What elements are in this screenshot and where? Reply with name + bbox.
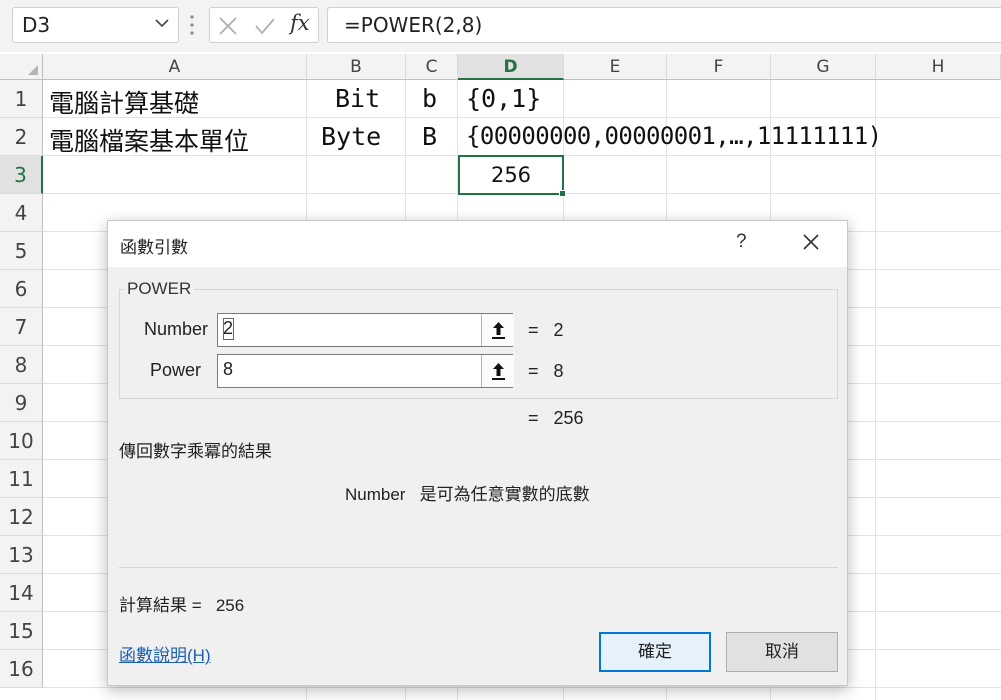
row-header-15[interactable]: 15 [0, 612, 43, 650]
gridline-horizontal [43, 687, 1001, 688]
cell-d2[interactable]: {00000000,00000001,…,11111111) [466, 122, 882, 150]
upload-arrow-icon [492, 363, 505, 380]
row-header-8[interactable]: 8 [0, 346, 43, 384]
cell-a1[interactable]: 電腦計算基礎 [49, 84, 199, 120]
column-header-f[interactable]: F [667, 54, 771, 80]
upload-arrow-icon [492, 322, 505, 339]
power-input-value: 8 [223, 359, 234, 379]
row-header-3[interactable]: 3 [0, 156, 43, 194]
more-options-icon[interactable] [189, 12, 195, 38]
argument-description: Number 是可為任意實數的底數 [345, 485, 590, 504]
arg-result-number: = 2 [528, 320, 564, 340]
row-header-12[interactable]: 12 [0, 498, 43, 536]
cell-c2[interactable]: B [422, 122, 437, 151]
cell-b2[interactable]: Byte [321, 122, 381, 151]
chevron-down-icon[interactable] [154, 15, 170, 31]
number-input[interactable]: 2 [217, 313, 514, 347]
row-header-5[interactable]: 5 [0, 232, 43, 270]
row-header-10[interactable]: 10 [0, 422, 43, 460]
column-header-a[interactable]: A [43, 54, 307, 80]
cell-a2[interactable]: 電腦檔案基本單位 [49, 122, 249, 158]
function-description: 傳回數字乘冪的結果 [119, 442, 272, 461]
column-header-g[interactable]: G [771, 54, 876, 80]
column-header-e[interactable]: E [564, 54, 667, 80]
column-header-d[interactable]: D [458, 54, 564, 80]
function-help-link[interactable]: 函數說明(H) [119, 641, 211, 666]
power-collapse-button[interactable] [481, 355, 514, 387]
cancel-button[interactable]: 取消 [726, 632, 838, 672]
arg-label-number: Number [143, 319, 208, 339]
cell-b1[interactable]: Bit [335, 84, 380, 113]
function-name: POWER [124, 279, 195, 299]
row-header-7[interactable]: 7 [0, 308, 43, 346]
insert-function-button[interactable]: fx [290, 11, 310, 35]
active-cell-d3[interactable]: 256 [458, 155, 566, 197]
arg-result-power: = 8 [528, 361, 564, 381]
formula-input[interactable]: =POWER(2,8) [327, 7, 1001, 43]
cell-d1[interactable]: {0,1} [466, 84, 541, 113]
number-collapse-button[interactable] [481, 314, 514, 346]
divider [119, 567, 838, 568]
confirm-entry-icon[interactable] [254, 16, 276, 36]
gridline-vertical [875, 80, 876, 700]
help-button[interactable]: ? [736, 231, 747, 253]
row-header-16[interactable]: 16 [0, 650, 43, 688]
row-header-1[interactable]: 1 [0, 80, 43, 118]
row-header-4[interactable]: 4 [0, 194, 43, 232]
formula-bar: D3 fx =POWER(2,8) [0, 0, 1001, 52]
name-box[interactable]: D3 [12, 7, 179, 43]
row-header-6[interactable]: 6 [0, 270, 43, 308]
close-icon[interactable] [802, 233, 820, 251]
fill-handle[interactable] [559, 190, 566, 197]
formula-result: = 256 [528, 408, 584, 428]
formula-text: =POWER(2,8) [344, 13, 483, 37]
number-input-value: 2 [223, 318, 234, 338]
cell-d3-value: 256 [490, 163, 532, 187]
select-all-corner[interactable] [0, 54, 43, 80]
dialog-title: 函數引數 [120, 238, 188, 257]
ok-button[interactable]: 確定 [599, 632, 711, 672]
row-header-14[interactable]: 14 [0, 574, 43, 612]
name-box-value: D3 [22, 13, 51, 37]
formula-buttons: fx [209, 7, 319, 43]
column-header-c[interactable]: C [406, 54, 458, 80]
cell-c1[interactable]: b [422, 84, 437, 113]
arg-label-power: Power [149, 360, 201, 380]
row-header-13[interactable]: 13 [0, 536, 43, 574]
column-header-b[interactable]: B [307, 54, 406, 80]
calculation-result: 計算結果 = 256 [119, 596, 245, 615]
column-header-h[interactable]: H [876, 54, 1001, 80]
corner-triangle-icon [28, 65, 38, 75]
power-input[interactable]: 8 [217, 354, 514, 388]
row-header-11[interactable]: 11 [0, 460, 43, 498]
row-header-9[interactable]: 9 [0, 384, 43, 422]
row-header-2[interactable]: 2 [0, 118, 43, 156]
function-arguments-dialog: 函數引數 ? POWER Number 2 = 2 Power 8 = 8 = … [107, 220, 848, 686]
dialog-title-bar[interactable]: 函數引數 ? [108, 221, 847, 267]
cancel-entry-icon[interactable] [218, 16, 238, 36]
